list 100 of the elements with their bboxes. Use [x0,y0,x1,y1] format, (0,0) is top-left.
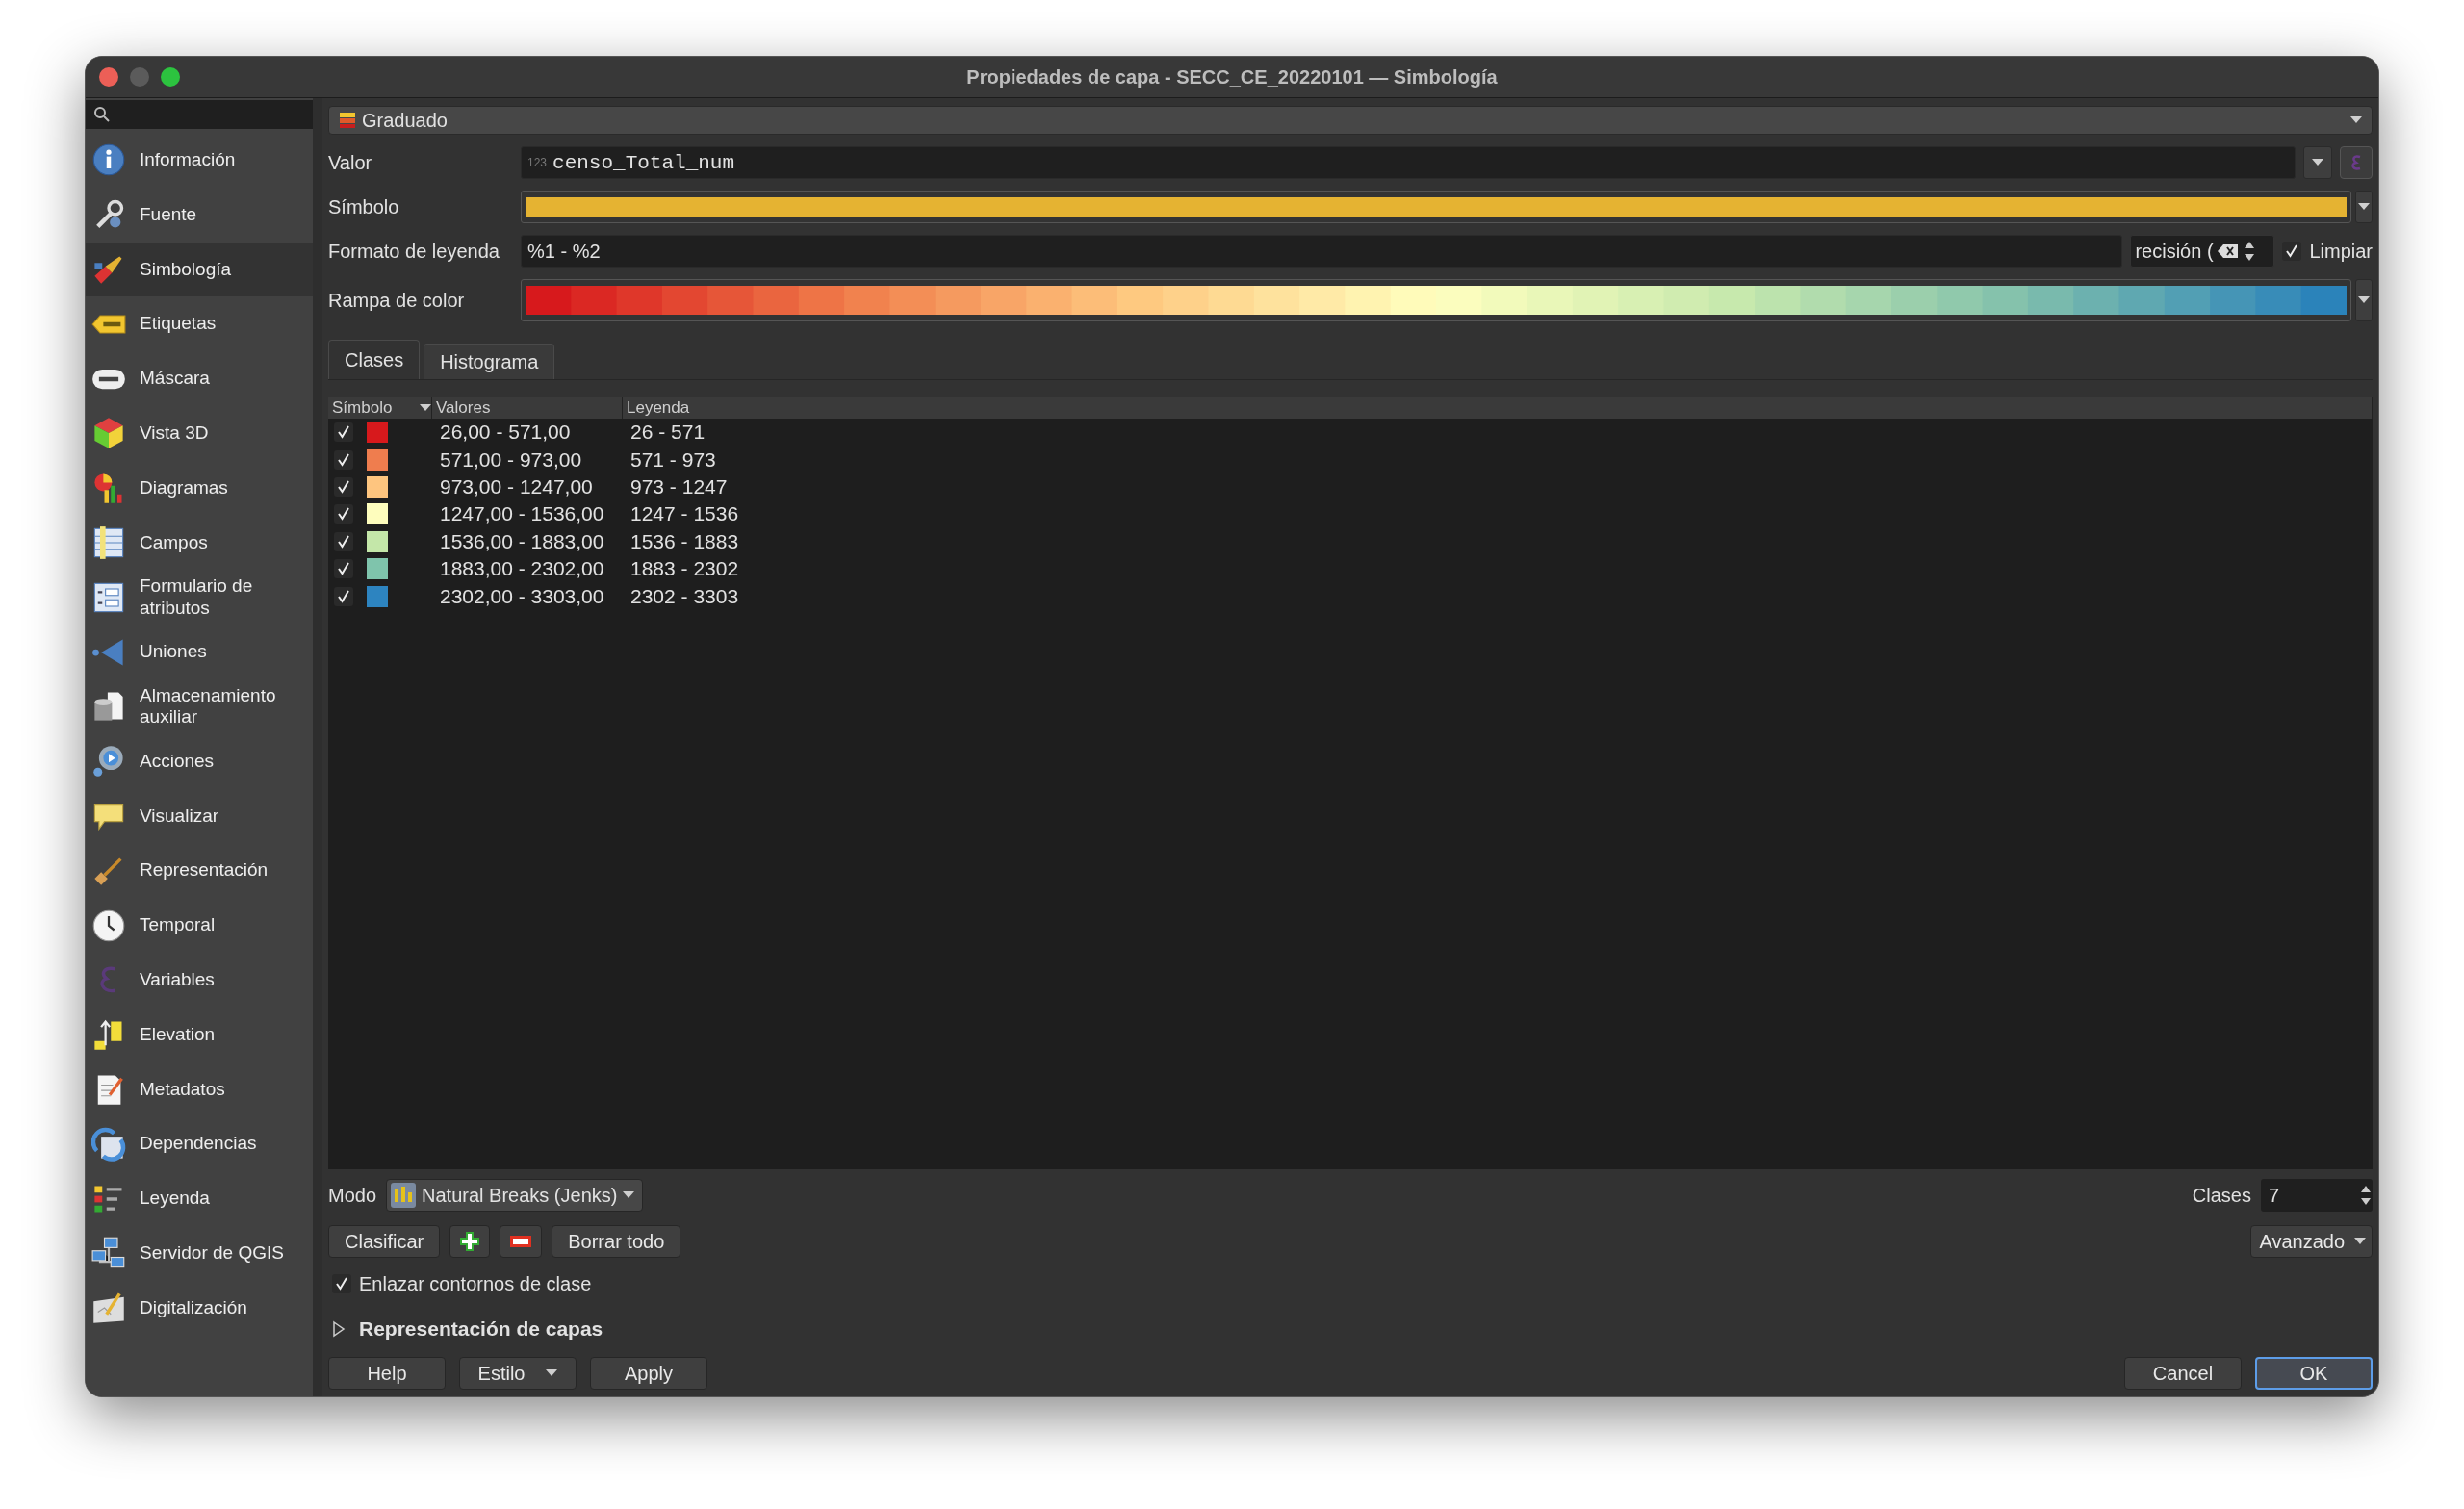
color-swatch[interactable] [367,422,388,444]
sidebar-item[interactable]: Uniones [86,625,313,679]
classify-button[interactable]: Clasificar [328,1225,441,1258]
column-header[interactable]: Valores [432,397,623,419]
checkbox-label: Enlazar contornos de clase [359,1272,592,1295]
color-swatch[interactable] [367,530,388,552]
sidebar-item[interactable]: Metadatos [86,1061,313,1117]
caret-icon [2350,116,2362,124]
sidebar-item[interactable]: Fuente [86,187,313,243]
table-cell-text: 1883 - 2302 [629,557,740,581]
caret-icon [546,1369,558,1377]
graduated-icon [339,112,356,129]
color-swatch[interactable] [367,475,388,498]
info-icon [91,142,126,178]
checkbox[interactable] [2282,242,2302,261]
field-label: Símbolo [328,195,400,218]
sidebar-item[interactable]: Representación [86,843,313,899]
color-swatch[interactable] [367,558,388,580]
sidebar-item[interactable]: Información [86,133,313,188]
sidebar-item[interactable]: Diagramas [86,460,313,516]
legend-format-field[interactable]: %1 - %2 [521,235,2123,268]
minus-icon [510,1236,532,1247]
sidebar-item[interactable]: Elevation [86,1007,313,1062]
checkbox[interactable] [334,476,353,497]
field-label: Rampa de color [328,289,466,312]
field-label: Clases [2192,1184,2251,1207]
caret-icon [2354,1238,2366,1245]
color-swatch[interactable] [367,503,388,525]
color-swatch[interactable] [367,448,388,471]
table-cell-text: 2302,00 - 3303,00 [439,584,605,608]
table-cell-text: 571,00 - 973,00 [439,448,583,472]
arrows-icon [91,1126,126,1162]
checkbox[interactable] [334,586,353,606]
close-button[interactable] [99,67,118,87]
table-cell-text: 1247,00 - 1536,00 [439,502,605,526]
symbol-button[interactable] [521,191,2351,223]
sidebar-item[interactable]: Almacenamiento auxiliar [86,678,313,734]
sidebar-item[interactable]: Variables [86,952,313,1008]
caret-icon [420,404,431,412]
sidebar-item[interactable]: Vista 3D [86,406,313,461]
color-swatch[interactable] [367,585,388,607]
advanced-button[interactable]: Avanzado [2250,1225,2373,1258]
checkbox[interactable] [334,449,353,470]
sidebar-item[interactable]: Servidor de QGIS [86,1225,313,1281]
value-field[interactable]: 123 censo_Total_num [521,146,2296,179]
checkbox[interactable] [334,559,353,579]
dialog-button[interactable]: Estilo [459,1357,577,1390]
add-class-button[interactable] [449,1225,491,1258]
renderer-dropdown[interactable]: Graduado [328,106,2373,135]
caret-icon [623,1191,635,1199]
dropdown-button[interactable] [2355,191,2373,223]
table-cell-text: 973,00 - 1247,00 [439,474,594,499]
table-cell-text: 973 - 1247 [629,474,729,499]
dialog-button[interactable]: Help [328,1357,446,1390]
dialog-button[interactable]: OK [2255,1357,2373,1390]
checkbox-label: Limpiar [2309,240,2373,263]
section-header[interactable]: Representación de capas [328,1304,2373,1354]
remove-class-button[interactable] [500,1225,543,1258]
table-cell-text: 1883,00 - 2302,00 [439,557,605,581]
column-header[interactable]: Símbolo [332,398,412,418]
sidebar-item[interactable]: Temporal [86,898,313,953]
sidebar-item[interactable]: Máscara [86,351,313,406]
sidebar-item[interactable]: Campos [86,515,313,571]
sidebar-item[interactable]: Visualizar [86,788,313,844]
field-label: Valor [328,151,373,174]
field-label: Modo [328,1184,377,1207]
collapsed-arrow-icon [332,1320,346,1338]
delete-all-button[interactable]: Borrar todo [552,1225,681,1258]
mode-dropdown[interactable]: Natural Breaks (Jenks) [386,1179,644,1212]
checkbox[interactable] [334,504,353,524]
checkbox[interactable] [334,531,353,551]
sidebar-item[interactable]: Simbología [86,242,313,297]
caret-icon [2358,203,2370,211]
dropdown-button[interactable] [2355,279,2373,321]
dropdown-button[interactable] [2303,146,2332,179]
search-field[interactable] [86,100,313,129]
search-icon [93,106,111,123]
class-count-spinbox[interactable]: 7 [2261,1179,2373,1212]
dialog-button[interactable]: Cancel [2124,1357,2242,1390]
sidebar-item[interactable]: Formulario de atributos [86,570,313,626]
column-header[interactable]: Leyenda [623,397,2373,419]
sidebar-item[interactable]: Etiquetas [86,296,313,352]
histogram-icon [391,1183,417,1208]
sidebar-item[interactable]: Acciones [86,733,313,789]
tab[interactable]: Histograma [424,344,555,379]
sidebar-item[interactable]: Dependencias [86,1116,313,1172]
sidebar-item[interactable]: Digitalización [86,1280,313,1336]
precision-spinbox[interactable]: recisión ( [2130,235,2275,268]
checkbox[interactable] [332,1274,351,1293]
field-label: Formato de leyenda [328,240,500,263]
clear-icon[interactable] [2217,243,2239,259]
dialog-button[interactable]: Apply [590,1357,707,1390]
color-ramp-button[interactable] [521,279,2351,321]
checkbox[interactable] [334,422,353,443]
maximize-button[interactable] [161,67,180,87]
table-cell-text: 1247 - 1536 [629,502,740,526]
table-icon [91,524,126,560]
caret-icon [2358,296,2370,304]
sidebar-item[interactable]: Leyenda [86,1171,313,1226]
tab[interactable]: Clases [328,340,421,379]
